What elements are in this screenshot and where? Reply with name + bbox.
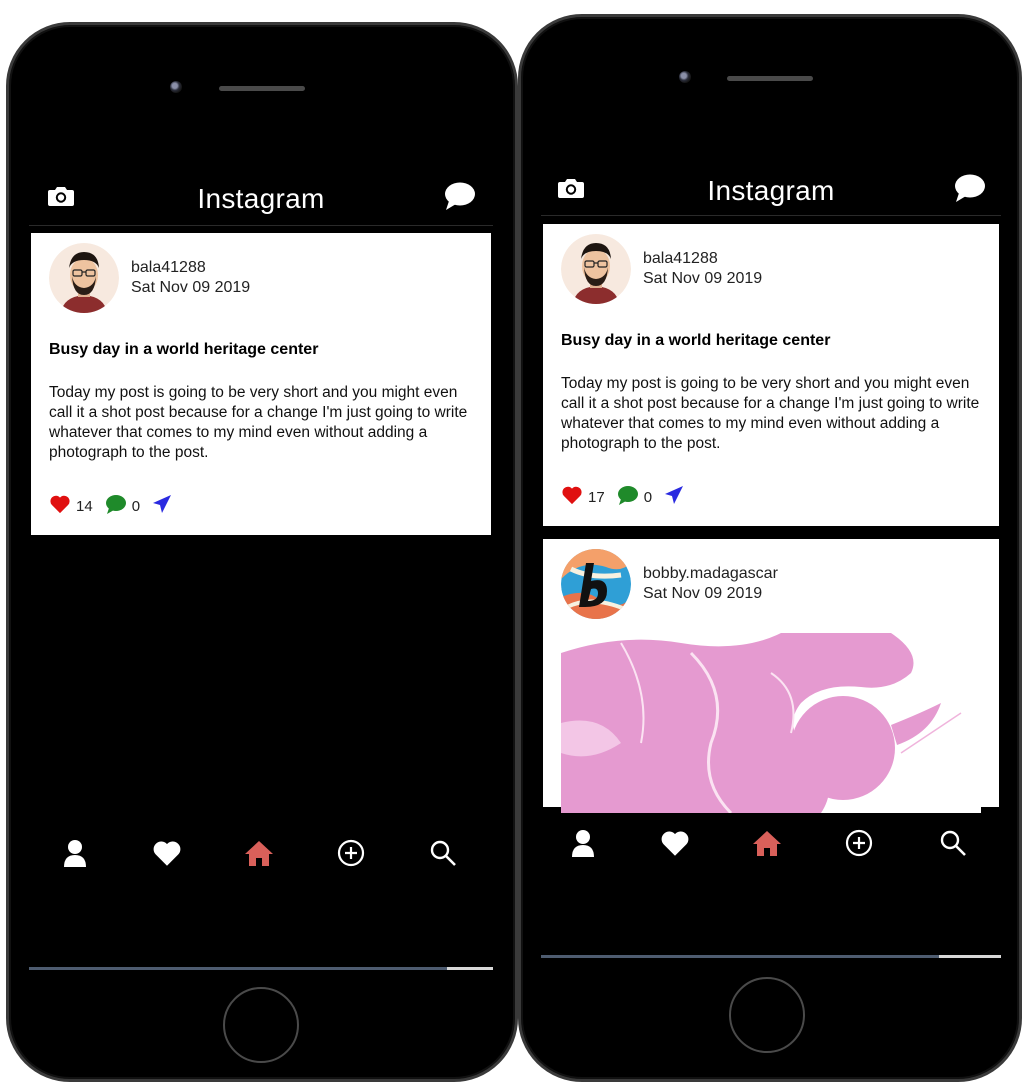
phone-frame-right: Instagram bala41288 Sat Nov 09 2019 Busy… — [518, 14, 1022, 1082]
tab-profile[interactable] — [567, 827, 599, 859]
earpiece-speaker — [727, 76, 813, 81]
home-button[interactable] — [729, 977, 805, 1053]
post-author[interactable]: bobby.madagascar — [643, 565, 778, 583]
comment-icon[interactable] — [105, 494, 127, 519]
post-card: bobby.madagascar Sat Nov 09 2019 — [543, 539, 999, 813]
tab-search[interactable] — [937, 827, 969, 859]
post-title: Busy day in a world heritage center — [561, 332, 831, 349]
home-indicator-bar — [541, 955, 1001, 958]
profile-icon — [572, 830, 594, 857]
comment-icon[interactable] — [617, 485, 639, 510]
app-header: Instagram — [541, 137, 1001, 216]
home-icon — [245, 841, 273, 866]
heart-icon[interactable] — [561, 485, 583, 510]
add-circle-icon — [845, 829, 873, 857]
post-body: Today my post is going to be very short … — [561, 375, 980, 452]
post-date: Sat Nov 09 2019 — [643, 585, 763, 602]
tab-add[interactable] — [843, 827, 875, 859]
chat-bubble-icon[interactable] — [953, 173, 987, 208]
letter-b-logo-avatar[interactable] — [561, 549, 631, 619]
home-button[interactable] — [223, 987, 299, 1063]
heart-icon — [153, 841, 181, 866]
app-header: Instagram — [29, 147, 493, 226]
search-icon — [430, 840, 456, 866]
like-count: 17 — [588, 488, 605, 506]
front-camera — [679, 71, 691, 83]
post-card: bala41288 Sat Nov 09 2019 Busy day in a … — [31, 233, 491, 535]
post-author[interactable]: bala41288 — [643, 250, 718, 268]
tab-likes[interactable] — [659, 827, 691, 859]
tab-likes[interactable] — [151, 837, 183, 869]
tab-profile[interactable] — [59, 837, 91, 869]
chat-bubble-icon[interactable] — [443, 181, 477, 216]
home-indicator-bar — [29, 967, 493, 970]
profile-icon — [64, 840, 86, 867]
comment-count: 0 — [643, 488, 653, 506]
app-title: Instagram — [707, 175, 835, 206]
post-title: Busy day in a world heritage center — [49, 341, 319, 358]
post-date: Sat Nov 09 2019 — [643, 270, 763, 287]
heart-icon — [661, 831, 689, 856]
post-actions: 14 0 — [49, 494, 172, 519]
tab-home[interactable] — [751, 827, 783, 859]
post-card: bala41288 Sat Nov 09 2019 Busy day in a … — [543, 224, 999, 526]
phone-frame-left: Instagram bala41288 Sat Nov 09 2019 Busy… — [6, 22, 518, 1082]
tab-home[interactable] — [243, 837, 275, 869]
post-author[interactable]: bala41288 — [131, 259, 206, 277]
send-icon[interactable] — [152, 494, 172, 519]
earpiece-speaker — [219, 86, 305, 91]
front-camera — [170, 81, 182, 93]
bearded-man-avatar[interactable] — [561, 234, 631, 304]
post-body: Today my post is going to be very short … — [49, 384, 468, 461]
bearded-man-avatar[interactable] — [49, 243, 119, 313]
app-title: Instagram — [197, 183, 325, 214]
like-count: 14 — [76, 497, 93, 515]
bottom-tab-bar — [541, 813, 1001, 873]
add-circle-icon — [337, 839, 365, 867]
heart-icon[interactable] — [49, 494, 71, 519]
send-icon[interactable] — [664, 485, 684, 510]
home-icon — [753, 831, 781, 856]
post-date: Sat Nov 09 2019 — [131, 279, 251, 296]
tab-search[interactable] — [427, 837, 459, 869]
screen-left: Instagram bala41288 Sat Nov 09 2019 Busy… — [29, 147, 493, 927]
post-actions: 17 0 — [561, 485, 684, 510]
comment-count: 0 — [131, 497, 141, 515]
bottom-tab-bar — [29, 823, 493, 883]
search-icon — [940, 830, 966, 856]
screen-right: Instagram bala41288 Sat Nov 09 2019 Busy… — [541, 137, 1001, 927]
pink-abstract-flower-image[interactable] — [561, 633, 981, 813]
tab-add[interactable] — [335, 837, 367, 869]
